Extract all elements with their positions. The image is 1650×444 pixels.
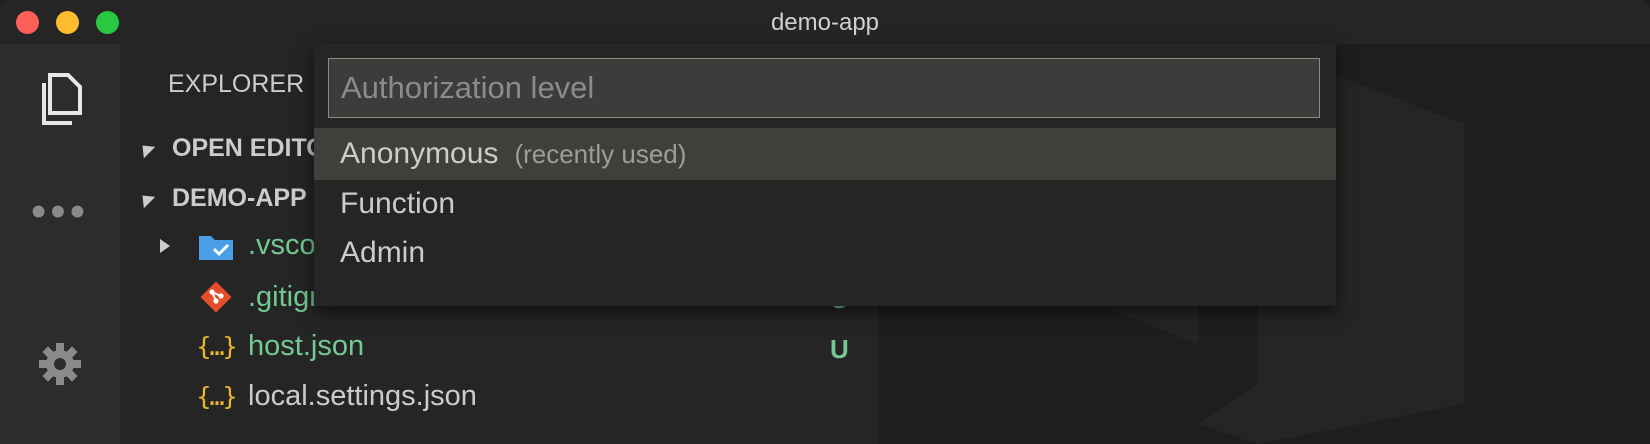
files-icon[interactable]	[30, 70, 90, 130]
quick-pick-input-box[interactable]	[328, 58, 1320, 118]
more-icon[interactable]: •••	[30, 182, 90, 242]
expanded-arrow-icon	[136, 189, 156, 208]
git-icon	[196, 280, 236, 314]
expanded-arrow-icon	[136, 139, 156, 158]
json-icon: {…}	[196, 382, 237, 411]
explorer-title: EXPLORER	[168, 70, 305, 98]
tree-item-host-json[interactable]: {…} host.json	[196, 330, 364, 363]
tree-item-local-settings-json[interactable]: {…} local.settings.json	[196, 380, 476, 413]
quick-pick-dropdown: Anonymous (recently used) Function Admin	[314, 44, 1336, 306]
activity-bar: •••	[0, 44, 120, 444]
window-title: demo-app	[770, 9, 880, 36]
vscode-folder-icon	[196, 230, 236, 262]
gear-icon[interactable]	[30, 334, 90, 394]
section-demo-app[interactable]: DEMO-APP	[136, 184, 307, 213]
untracked-badge: U	[830, 334, 849, 364]
title-bar: demo-app	[0, 0, 1650, 44]
quick-pick-item-admin[interactable]: Admin	[314, 227, 1336, 279]
authorization-level-input[interactable]	[329, 59, 1319, 117]
quick-pick-item-function[interactable]: Function	[314, 178, 1336, 230]
collapsed-arrow-icon	[160, 238, 170, 253]
json-icon: {…}	[196, 332, 237, 361]
quick-pick-item-anonymous[interactable]: Anonymous (recently used)	[314, 128, 1336, 180]
